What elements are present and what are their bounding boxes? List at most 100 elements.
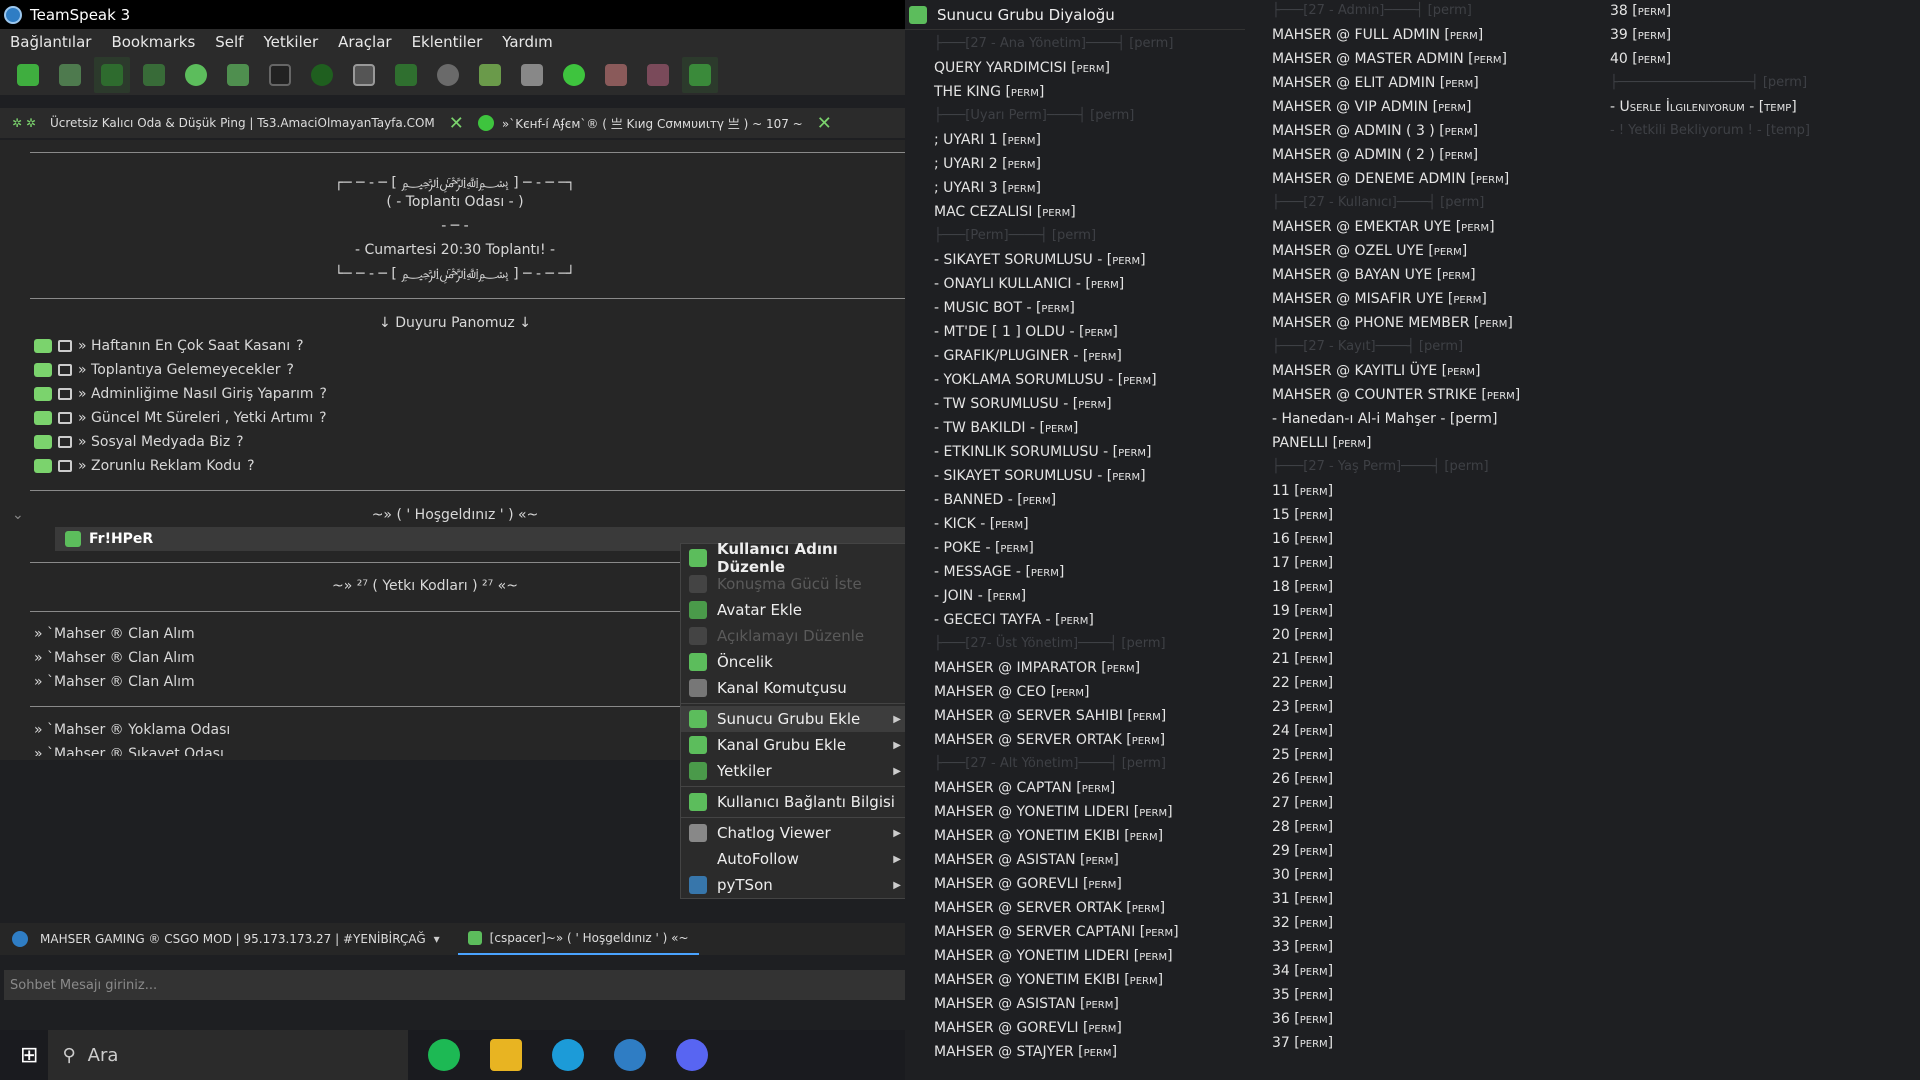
server-group-item[interactable]: - POKE - [perm] [934, 540, 1034, 556]
away-button[interactable] [94, 57, 130, 93]
windows-start-icon[interactable]: ⊞ [20, 1043, 38, 1068]
group-separator[interactable]: - ! Yetkili Bekliyorum ! - [temp] [1610, 123, 1810, 138]
server-group-item[interactable]: 27 [perm] [1272, 795, 1333, 811]
server-group-item[interactable]: 28 [perm] [1272, 819, 1333, 835]
banner-line[interactable]: - ─ - [30, 218, 880, 234]
server-group-item[interactable]: PANELLI [perm] [1272, 435, 1371, 451]
server-group-item[interactable]: MAHSER @ ADMIN ( 3 ) [perm] [1272, 123, 1478, 139]
channel-item[interactable]: » Zorunlu Reklam Kodu? [34, 458, 255, 474]
clan-channel[interactable]: » `Mahser ® Clan Alım [34, 674, 195, 690]
server-group-item[interactable]: MAHSER @ GOREVLI [perm] [934, 876, 1122, 892]
menu-permissions[interactable]: Yetkiler ▶ [681, 758, 907, 784]
server-group-item[interactable]: MAHSER @ SERVER CAPTANI [perm] [934, 924, 1179, 940]
banner-line[interactable]: ( - Toplantı Odası - ) [30, 194, 880, 210]
permission-button[interactable] [598, 57, 634, 93]
edge-icon[interactable] [552, 1039, 585, 1071]
group-separator[interactable]: ├───[27 - Kayıt]────┤ [perm] [1272, 339, 1463, 354]
taskbar-search[interactable]: ⚲ Ara [48, 1030, 409, 1080]
server-group-item[interactable]: MAHSER @ ADMIN ( 2 ) [perm] [1272, 147, 1478, 163]
channel-item[interactable]: » Sosyal Medyada Biz? [34, 434, 244, 450]
server-group-item[interactable]: MAHSER @ ELIT ADMIN [perm] [1272, 75, 1479, 91]
server-group-item[interactable]: 19 [perm] [1272, 603, 1333, 619]
server-group-item[interactable]: ; UYARI 3 [perm] [934, 180, 1041, 196]
server-group-item[interactable]: 34 [perm] [1272, 963, 1333, 979]
clan-channel[interactable]: » `Mahser ® Clan Alım [34, 650, 195, 666]
server-group-item[interactable]: MAHSER @ IMPARATOR [perm] [934, 660, 1140, 676]
server-group-item[interactable]: MAHSER @ PHONE MEMBER [perm] [1272, 315, 1513, 331]
server-group-item[interactable]: 33 [perm] [1272, 939, 1333, 955]
group-separator[interactable]: ├───[Perm]────┤ [perm] [934, 228, 1096, 243]
server-group-item[interactable]: MAHSER @ DENEME ADMIN [perm] [1272, 171, 1509, 187]
server-group-item[interactable]: 21 [perm] [1272, 651, 1333, 667]
server-group-item[interactable]: - SIKAYET SORUMLUSU - [perm] [934, 252, 1146, 268]
menu-priority[interactable]: Öncelik [681, 649, 907, 675]
server-group-item[interactable]: MAHSER @ GOREVLI [perm] [934, 1020, 1122, 1036]
subscribe-button[interactable] [430, 57, 466, 93]
channel-item[interactable]: » Haftanın En Çok Saat Kasanı? [34, 338, 304, 354]
server-group-item[interactable]: QUERY YARDIMCISI [perm] [934, 60, 1110, 76]
server-button[interactable] [346, 57, 382, 93]
menu-add-channel-group[interactable]: Kanal Grubu Ekle ▶ [681, 732, 907, 758]
token-button[interactable] [640, 57, 676, 93]
server-group-item[interactable]: MAHSER @ CEO [perm] [934, 684, 1089, 700]
menu-autofollow[interactable]: AutoFollow ▶ [681, 846, 907, 872]
server-group-item[interactable]: MAHSER @ SERVER SAHIBI [perm] [934, 708, 1166, 724]
discord-icon[interactable] [676, 1039, 709, 1071]
server-group-item[interactable]: 25 [perm] [1272, 747, 1333, 763]
server-group-item[interactable]: - MUSIC BOT - [perm] [934, 300, 1075, 316]
channel-item[interactable]: » Toplantıya Gelemeyecekler? [34, 362, 294, 378]
partial-channel[interactable]: » `Mahser ® Sıkayet Odası [34, 746, 224, 756]
server-group-item[interactable]: MAHSER @ SERVER ORTAK [perm] [934, 732, 1165, 748]
server-group-item[interactable]: - JOIN - [perm] [934, 588, 1026, 604]
server-group-item[interactable]: MAHSER @ FULL ADMIN [perm] [1272, 27, 1483, 43]
group-separator[interactable]: ├───[27 - Alt Yönetim]────┤ [perm] [934, 756, 1166, 771]
server-group-item[interactable]: 18 [perm] [1272, 579, 1333, 595]
server-group-item[interactable]: 30 [perm] [1272, 867, 1333, 883]
chat-input[interactable]: Sohbet Mesajı giriniz... [4, 970, 905, 1000]
banner-line[interactable]: - Cumartesi 20:30 Toplantı! - [30, 242, 880, 258]
group-separator[interactable]: ├─────────────────┤ [perm] [1610, 75, 1807, 90]
server-group-item[interactable]: - KICK - [perm] [934, 516, 1029, 532]
server-group-item[interactable]: MAHSER @ YONETIM LIDERI [perm] [934, 948, 1173, 964]
server-group-item[interactable]: - YOKLAMA SORUMLUSU - [perm] [934, 372, 1157, 388]
server-group-item[interactable]: - MT'DE [ 1 ] OLDU - [perm] [934, 324, 1118, 340]
menu-add-server-group[interactable]: Sunucu Grubu Ekle ▶ [681, 706, 907, 732]
server-group-item[interactable]: - Userle İlgileniyorum - [temp] [1610, 99, 1797, 115]
channel-button[interactable] [388, 57, 424, 93]
server-group-item[interactable]: 17 [perm] [1272, 555, 1333, 571]
channel-item[interactable]: » Adminliğime Nasıl Giriş Yaparım? [34, 386, 327, 402]
menu-edit-nickname[interactable]: Kullanıcı Adını Düzenle [681, 540, 907, 576]
dropdown-icon[interactable]: ▾ [434, 932, 440, 946]
menu-eklentiler[interactable]: Eklentiler [402, 33, 493, 51]
spotify-icon[interactable] [428, 1039, 461, 1071]
server-group-item[interactable]: 20 [perm] [1272, 627, 1333, 643]
server-group-item[interactable]: MAHSER @ CAPTAN [perm] [934, 780, 1115, 796]
server-group-item[interactable]: MAHSER @ BAYAN UYE [perm] [1272, 267, 1476, 283]
chat-tab-server[interactable]: MAHSER GAMING ® CSGO MOD | 95.173.173.27… [40, 932, 426, 946]
menu-connection-info[interactable]: Kullanıcı Bağlantı Bilgisi [681, 789, 907, 815]
server-group-item[interactable]: - ONAYLI KULLANICI - [perm] [934, 276, 1124, 292]
server-group-item[interactable]: 38 [perm] [1610, 3, 1671, 19]
server-group-item[interactable]: 22 [perm] [1272, 675, 1333, 691]
server-group-item[interactable]: MAHSER @ VIP ADMIN [perm] [1272, 99, 1471, 115]
server-group-item[interactable]: MAHSER @ EMEKTAR UYE [perm] [1272, 219, 1495, 235]
server-group-item[interactable]: MAHSER @ YONETIM EKIBI [perm] [934, 972, 1163, 988]
server-group-item[interactable]: - BANNED - [perm] [934, 492, 1056, 508]
server-group-item[interactable]: - MESSAGE - [perm] [934, 564, 1064, 580]
server-group-item[interactable]: - GECECI TAYFA - [perm] [934, 612, 1094, 628]
server-group-item[interactable]: MAHSER @ YONETIM EKIBI [perm] [934, 828, 1163, 844]
connect-button[interactable] [10, 57, 46, 93]
menu-araclar[interactable]: Araçlar [328, 33, 401, 51]
server-tab-2[interactable]: »`Kєнf-í Aʄєм`® ( 亗 Kıиg Cσммυиιтγ 亗 ) ~… [502, 115, 803, 132]
group-separator[interactable]: ├───[27 - Ana Yönetim]────┤ [perm] [934, 36, 1173, 51]
server-group-item[interactable]: MAHSER @ ASISTAN [perm] [934, 852, 1119, 868]
server-group-item[interactable]: 37 [perm] [1272, 1035, 1333, 1051]
close-tab-1-icon[interactable]: ✕ [449, 113, 464, 134]
server-group-item[interactable]: MAHSER @ OZEL UYE [perm] [1272, 243, 1467, 259]
menu-self[interactable]: Self [205, 33, 253, 51]
group-separator[interactable]: ├───[Uyarı Perm]────┤ [perm] [934, 108, 1134, 123]
ban-button[interactable] [472, 57, 508, 93]
server-group-item[interactable]: MAHSER @ KAYITLI ÜYE [perm] [1272, 363, 1481, 379]
menu-channel-commander[interactable]: Kanal Komutçusu [681, 675, 907, 701]
add-user-button[interactable] [514, 57, 550, 93]
